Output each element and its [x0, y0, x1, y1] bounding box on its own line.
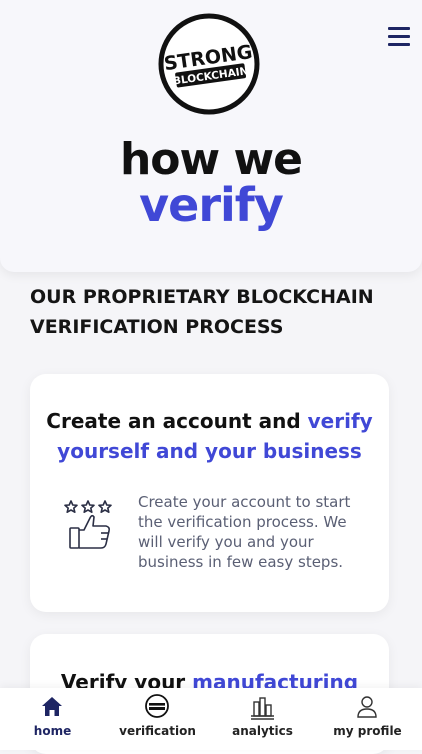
- nav-label-verification: verification: [119, 724, 196, 738]
- nav-item-analytics[interactable]: analytics: [210, 688, 315, 750]
- nav-label-home: home: [33, 724, 72, 738]
- strong-blockchain-logo[interactable]: STRONG BLOCKCHAIN: [157, 12, 261, 116]
- strong-blockchain-badge-icon: [145, 694, 169, 718]
- card-title: Create an account and verify yourself an…: [38, 406, 381, 466]
- step-card-create-account: Create an account and verify yourself an…: [30, 374, 389, 612]
- bottom-navigation: home verification analytics my profile: [0, 688, 422, 750]
- user-profile-icon: [357, 696, 377, 718]
- nav-item-my-profile[interactable]: my profile: [315, 688, 420, 750]
- nav-label-my-profile: my profile: [333, 724, 402, 738]
- home-icon: [42, 697, 62, 716]
- nav-item-home[interactable]: home: [0, 688, 105, 750]
- rating-thumbs-up-icon: [64, 500, 112, 549]
- section-heading: OUR PROPRIETARY BLOCKCHAIN VERIFICATION …: [30, 286, 374, 338]
- hero-header: STRONG BLOCKCHAIN how we verify: [0, 0, 422, 272]
- nav-item-verification[interactable]: verification: [105, 688, 210, 750]
- nav-label-analytics: analytics: [232, 724, 293, 738]
- analytics-building-icon: [251, 697, 274, 720]
- page-title-line2: verify: [139, 178, 284, 232]
- hamburger-menu-icon[interactable]: [388, 27, 410, 47]
- card-description: Create your account to start the verific…: [138, 493, 351, 571]
- card-title-plain: Create an account and: [46, 409, 308, 433]
